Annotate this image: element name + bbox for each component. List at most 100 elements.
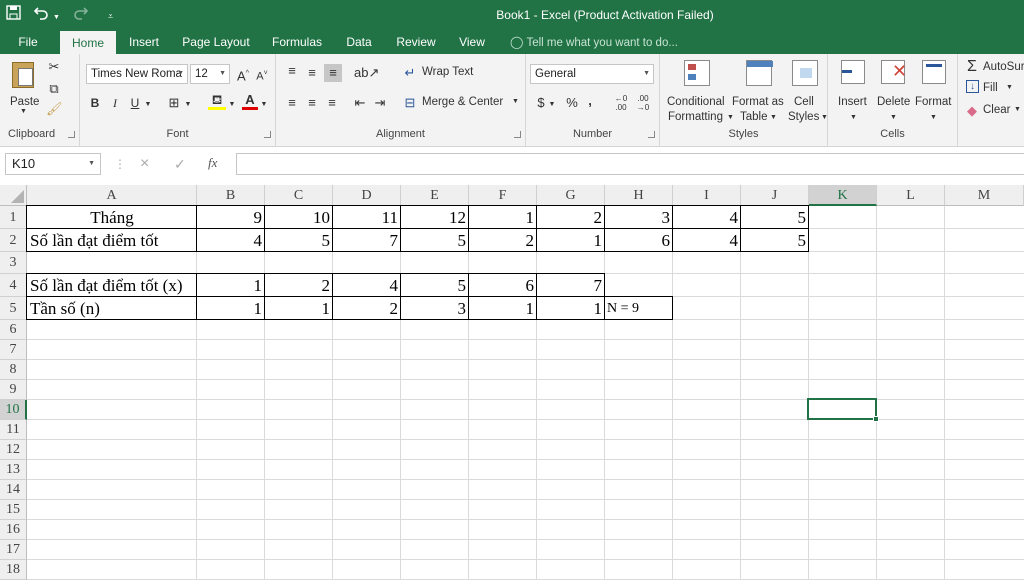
row-header-15[interactable]: 15 (0, 500, 27, 520)
row-header-4[interactable]: 4 (0, 274, 27, 297)
currency-button[interactable]: $ (534, 94, 548, 112)
insert-cells-button[interactable]: Insert ▼ (834, 58, 874, 124)
cell-c5[interactable]: 1 (265, 297, 333, 320)
increase-decimal-icon[interactable]: ←0.00 (612, 94, 630, 112)
underline-button[interactable]: U (128, 94, 142, 112)
wrap-text-button[interactable]: ↵ Wrap Text (402, 64, 502, 82)
row-header-1[interactable]: 1 (0, 206, 27, 229)
cell-c1[interactable]: 10 (265, 206, 333, 229)
middle-align-icon[interactable]: ≡ (304, 64, 320, 82)
column-header-f[interactable]: F (469, 185, 537, 206)
cell-a5[interactable]: Tần số (n) (27, 297, 197, 320)
cell-f1[interactable]: 1 (469, 206, 537, 229)
tell-me-box[interactable]: ◯ Tell me what you want to do... (510, 30, 678, 54)
cell-c2[interactable]: 5 (265, 229, 333, 252)
cell-c4[interactable]: 2 (265, 274, 333, 297)
row-header-5[interactable]: 5 (0, 297, 27, 320)
cut-icon[interactable]: ✂ (46, 58, 62, 76)
comma-button[interactable]: , (584, 92, 596, 110)
font-launcher-icon[interactable] (264, 131, 271, 138)
cell-a1[interactable]: Tháng (27, 206, 197, 229)
name-box[interactable]: K10 ▼ (5, 153, 101, 175)
cell-b1[interactable]: 9 (197, 206, 265, 229)
bottom-align-icon[interactable]: ≡ (324, 64, 342, 82)
merge-center-button[interactable]: ⊟ Merge & Center ▼ (402, 94, 522, 112)
italic-button[interactable]: I (108, 94, 122, 112)
worksheet-grid[interactable]: ABCDEFGHIJKLM 1 2 3 4 5 6 7 8 9 10 11 12 13 14 15 16 17 1… (0, 185, 1024, 580)
insert-function-icon[interactable]: fx (208, 155, 217, 171)
cell-g4[interactable]: 7 (537, 274, 605, 297)
bold-button[interactable]: B (88, 94, 102, 112)
row-header-6[interactable]: 6 (0, 320, 27, 340)
percent-button[interactable]: % (564, 94, 580, 112)
cell-h2[interactable]: 6 (605, 229, 673, 252)
cell-d2[interactable]: 7 (333, 229, 401, 252)
column-header-g[interactable]: G (537, 185, 605, 206)
format-cells-button[interactable]: Format ▼ (914, 58, 956, 124)
column-header-k[interactable]: K (809, 185, 877, 206)
borders-dropdown-icon[interactable]: ▼ (184, 96, 192, 114)
tab-page-layout[interactable]: Page Layout (178, 30, 254, 54)
cell-a2[interactable]: Số lần đạt điểm tốt (27, 229, 197, 252)
fill-color-icon[interactable]: ⛾ (208, 92, 226, 110)
row-header-18[interactable]: 18 (0, 560, 27, 580)
cell-b5[interactable]: 1 (197, 297, 265, 320)
increase-indent-icon[interactable]: ⇥ (372, 94, 388, 112)
paste-button[interactable]: Paste ▼ (6, 58, 42, 118)
select-all-corner[interactable] (0, 185, 27, 206)
column-header-j[interactable]: J (741, 185, 809, 206)
row-header-14[interactable]: 14 (0, 480, 27, 500)
column-header-i[interactable]: I (673, 185, 741, 206)
cell-e4[interactable]: 5 (401, 274, 469, 297)
column-header-c[interactable]: C (265, 185, 333, 206)
cell-f5[interactable]: 1 (469, 297, 537, 320)
increase-font-icon[interactable]: A^ (234, 65, 252, 85)
row-header-10[interactable]: 10 (0, 400, 27, 420)
font-color-dropdown-icon[interactable]: ▼ (260, 96, 268, 114)
row-header-11[interactable]: 11 (0, 420, 27, 440)
align-right-icon[interactable]: ≡ (324, 94, 340, 112)
row-header-16[interactable]: 16 (0, 520, 27, 540)
underline-dropdown-icon[interactable]: ▼ (144, 96, 152, 114)
column-header-a[interactable]: A (27, 185, 197, 206)
cell-styles-button[interactable]: Cell Styles ▼ (788, 58, 828, 124)
cell-e5[interactable]: 3 (401, 297, 469, 320)
format-painter-icon[interactable]: 🖌 (46, 100, 63, 118)
row-header-9[interactable]: 9 (0, 380, 27, 400)
decrease-indent-icon[interactable]: ⇤ (352, 94, 368, 112)
cell-j2[interactable]: 5 (741, 229, 809, 252)
align-center-icon[interactable]: ≡ (304, 94, 320, 112)
cell-b2[interactable]: 4 (197, 229, 265, 252)
tab-formulas[interactable]: Formulas (266, 30, 328, 54)
cell-h1[interactable]: 3 (605, 206, 673, 229)
column-header-h[interactable]: H (605, 185, 673, 206)
font-name-select[interactable]: Times New Roma ▼ (86, 64, 188, 84)
decrease-decimal-icon[interactable]: .00 →0 (634, 94, 652, 112)
enter-icon[interactable]: ✓ (174, 156, 186, 172)
cell-g2[interactable]: 1 (537, 229, 605, 252)
tab-file[interactable]: File (10, 30, 46, 54)
top-align-icon[interactable]: ≡ (284, 62, 300, 80)
row-header-17[interactable]: 17 (0, 540, 27, 560)
copy-icon[interactable]: ⧉ (46, 80, 62, 98)
cell-f2[interactable]: 2 (469, 229, 537, 252)
font-size-select[interactable]: 12 ▼ (190, 64, 230, 84)
conditional-formatting-button[interactable]: Conditional Formatting ▼ (664, 58, 734, 124)
cell-a4[interactable]: Số lần đạt điểm tốt (x) (27, 274, 197, 297)
row-header-12[interactable]: 12 (0, 440, 27, 460)
font-color-icon[interactable]: A (242, 92, 258, 110)
cell-f4[interactable]: 6 (469, 274, 537, 297)
cell-i1[interactable]: 4 (673, 206, 741, 229)
formula-input[interactable] (236, 153, 1024, 175)
fill-color-dropdown-icon[interactable]: ▼ (228, 96, 236, 114)
column-header-m[interactable]: M (945, 185, 1024, 206)
fill-button[interactable]: ↓ Fill ▼ (964, 80, 1024, 98)
row-header-3[interactable]: 3 (0, 252, 27, 274)
cell-d5[interactable]: 2 (333, 297, 401, 320)
fill-handle[interactable] (873, 416, 879, 422)
orientation-icon[interactable]: ab↗ (354, 64, 379, 82)
row-header-2[interactable]: 2 (0, 229, 27, 252)
number-launcher-icon[interactable] (648, 131, 655, 138)
cell-b4[interactable]: 1 (197, 274, 265, 297)
tab-data[interactable]: Data (340, 30, 378, 54)
